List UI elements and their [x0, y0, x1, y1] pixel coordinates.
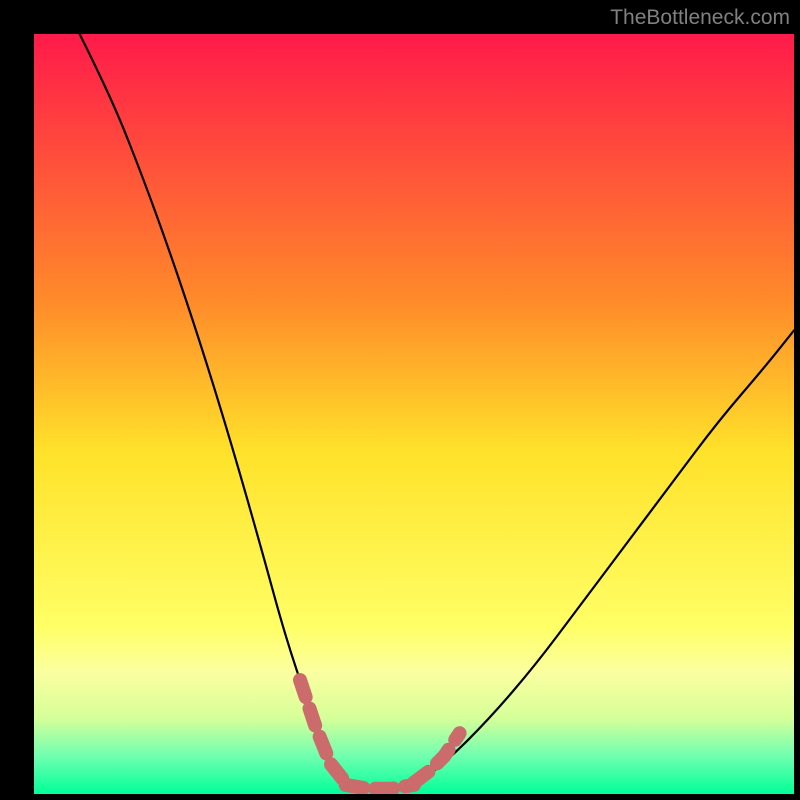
watermark-text: TheBottleneck.com: [610, 6, 790, 30]
chart-background: [34, 34, 794, 794]
chart-plot-area: [34, 34, 794, 794]
series-highlight-bottom: [346, 785, 414, 789]
chart-svg: [34, 34, 794, 794]
